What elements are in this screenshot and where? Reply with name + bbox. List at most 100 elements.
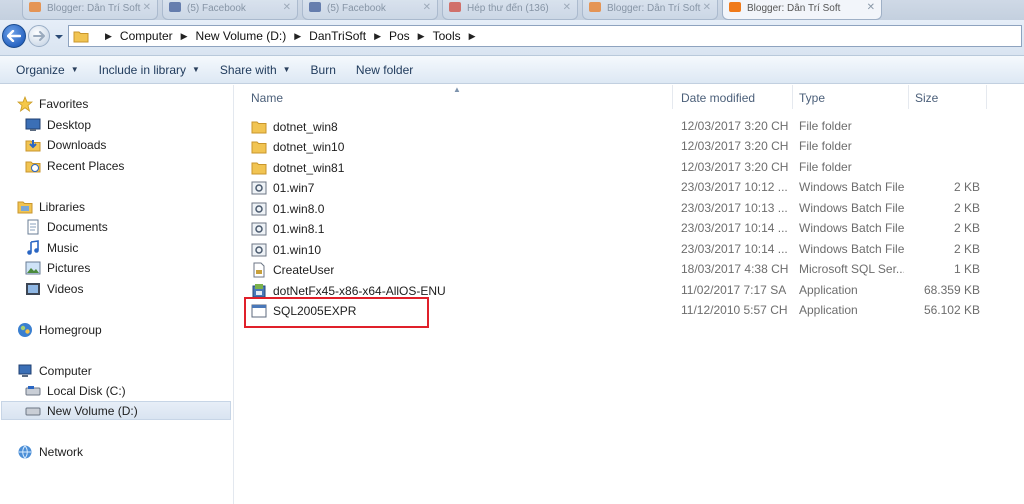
nav-downloads[interactable]: Downloads <box>25 135 106 154</box>
file-row[interactable]: dotnet_win10 12/03/2017 3:20 CH File fol… <box>243 136 988 156</box>
batch-file-icon <box>251 221 267 237</box>
file-date: 18/03/2017 4:38 CH <box>681 262 789 276</box>
file-name: 01.win8.1 <box>273 222 325 236</box>
nav-videos[interactable]: Videos <box>25 279 83 298</box>
file-type: Application <box>799 283 858 297</box>
file-type: Microsoft SQL Ser... <box>799 262 904 276</box>
libraries-icon <box>17 199 33 215</box>
close-icon[interactable]: ✕ <box>143 2 151 13</box>
nav-desktop[interactable]: Desktop <box>25 115 91 134</box>
column-header-date-modified[interactable]: Date modified <box>675 85 793 109</box>
nav-local-disk-c[interactable]: Local Disk (C:) <box>25 381 126 400</box>
nav-music[interactable]: Music <box>25 238 78 257</box>
videos-icon <box>25 281 41 297</box>
blogger-icon <box>29 2 41 12</box>
share-with-button[interactable]: Share with ▼ <box>210 59 301 81</box>
file-date: 12/03/2017 3:20 CH <box>681 160 789 174</box>
nav-computer[interactable]: Computer <box>17 361 92 380</box>
close-icon[interactable]: ✕ <box>703 2 711 13</box>
folder-icon <box>251 119 267 135</box>
blogger-icon <box>589 2 601 12</box>
nav-homegroup[interactable]: Homegroup <box>17 320 102 339</box>
column-header-type[interactable]: Type <box>793 85 909 109</box>
close-icon[interactable]: ✕ <box>867 2 875 13</box>
column-headers: Name Date modified Type Size <box>235 85 987 109</box>
breadcrumb-new-volume[interactable]: New Volume (D:) <box>196 29 287 43</box>
breadcrumb-computer[interactable]: Computer <box>120 29 173 43</box>
nav-new-volume-d[interactable]: New Volume (D:) <box>1 401 231 420</box>
network-icon <box>17 444 33 460</box>
close-icon[interactable]: ✕ <box>423 2 431 13</box>
nav-network[interactable]: Network <box>17 442 83 461</box>
breadcrumb-separator-icon[interactable]: ▶ <box>374 31 381 42</box>
file-row[interactable]: 01.win8.0 23/03/2017 10:13 ... Windows B… <box>243 198 988 218</box>
breadcrumb-separator-icon[interactable]: ▶ <box>181 31 188 42</box>
nav-pictures[interactable]: Pictures <box>25 258 90 277</box>
browser-tab[interactable]: (5) Facebook ✕ <box>162 0 298 20</box>
blogger-icon <box>729 2 741 12</box>
forward-button[interactable] <box>28 25 50 47</box>
address-bar[interactable]: ▶ Computer ▶ New Volume (D:) ▶ DanTriSof… <box>68 25 1022 47</box>
folder-icon <box>73 31 89 43</box>
file-row[interactable]: dotnet_win81 12/03/2017 3:20 CH File fol… <box>243 157 988 177</box>
chevron-down-icon: ▼ <box>70 65 79 74</box>
file-row[interactable]: CreateUser 18/03/2017 4:38 CH Microsoft … <box>243 259 988 279</box>
chevron-down-icon: ▼ <box>282 65 291 74</box>
recent-pages-button[interactable] <box>54 31 64 41</box>
close-icon[interactable]: ✕ <box>563 2 571 13</box>
file-type: Windows Batch File <box>799 221 904 235</box>
nav-recent-places[interactable]: Recent Places <box>25 156 124 175</box>
file-name: dotNetFx45-x86-x64-AllOS-ENU <box>273 284 446 298</box>
file-date: 12/03/2017 3:20 CH <box>681 119 789 133</box>
file-size: 2 KB <box>953 180 980 194</box>
breadcrumb-tools[interactable]: Tools <box>433 29 461 43</box>
navigation-pane: Favorites Desktop Downloads Recent Place… <box>0 85 234 504</box>
breadcrumb-dantrisoft[interactable]: DanTriSoft <box>309 29 366 43</box>
folder-icon <box>251 160 267 176</box>
burn-button[interactable]: Burn <box>301 59 346 81</box>
browser-tab[interactable]: Blogger: Dân Trí Soft ✕ <box>582 0 718 20</box>
file-date: 23/03/2017 10:14 ... <box>681 221 788 235</box>
column-header-name[interactable]: Name <box>245 85 673 109</box>
breadcrumb-pos[interactable]: Pos <box>389 29 410 43</box>
browser-tab-active[interactable]: Blogger: Dân Trí Soft ✕ <box>722 0 882 20</box>
breadcrumb-separator-icon[interactable]: ▶ <box>469 31 476 42</box>
browser-tab[interactable]: Hép thư đến (136) ✕ <box>442 0 578 20</box>
chevron-down-icon: ▼ <box>192 65 200 74</box>
file-row[interactable]: 01.win10 23/03/2017 10:14 ... Windows Ba… <box>243 239 988 259</box>
sql-file-icon <box>251 262 267 278</box>
batch-file-icon <box>251 201 267 217</box>
browser-tab[interactable]: Blogger: Dân Trí Soft ✕ <box>22 0 158 20</box>
file-size: 2 KB <box>953 201 980 215</box>
file-row[interactable]: dotNetFx45-x86-x64-AllOS-ENU 11/02/2017 … <box>243 280 988 300</box>
breadcrumb-separator-icon[interactable]: ▶ <box>105 31 112 42</box>
file-row[interactable]: 01.win7 23/03/2017 10:12 ... Windows Bat… <box>243 177 988 197</box>
breadcrumb-separator-icon[interactable]: ▶ <box>294 31 301 42</box>
file-row[interactable]: 01.win8.1 23/03/2017 10:14 ... Windows B… <box>243 218 988 238</box>
file-row[interactable]: dotnet_win8 12/03/2017 3:20 CH File fold… <box>243 116 988 136</box>
column-header-size[interactable]: Size <box>909 85 987 109</box>
back-button[interactable] <box>2 24 26 48</box>
nav-libraries[interactable]: Libraries <box>17 197 85 216</box>
breadcrumb-separator-icon[interactable]: ▶ <box>418 31 425 42</box>
file-name: 01.win7 <box>273 181 315 195</box>
file-type: File folder <box>799 139 852 153</box>
file-row[interactable]: SQL2005EXPR 11/12/2010 5:57 CH Applicati… <box>243 300 988 320</box>
file-size: 1 KB <box>953 262 980 276</box>
batch-file-icon <box>251 180 267 196</box>
file-name: dotnet_win10 <box>273 140 345 154</box>
nav-favorites[interactable]: Favorites <box>17 94 88 113</box>
hard-drive-icon <box>25 383 41 399</box>
new-folder-button[interactable]: New folder <box>346 59 423 81</box>
include-in-library-button[interactable]: Include in library ▼ <box>89 59 210 81</box>
close-icon[interactable]: ✕ <box>283 2 291 13</box>
browser-tab-strip: Blogger: Dân Trí Soft ✕ (5) Facebook ✕ (… <box>0 0 1024 20</box>
file-type: File folder <box>799 160 852 174</box>
file-name: dotnet_win81 <box>273 161 345 175</box>
star-icon <box>17 95 33 112</box>
browser-tab[interactable]: (5) Facebook ✕ <box>302 0 438 20</box>
address-row: ▶ Computer ▶ New Volume (D:) ▶ DanTriSof… <box>0 20 1024 56</box>
file-type: Application <box>799 303 858 317</box>
organize-button[interactable]: Organize ▼ <box>6 59 89 81</box>
nav-documents[interactable]: Documents <box>25 217 108 236</box>
